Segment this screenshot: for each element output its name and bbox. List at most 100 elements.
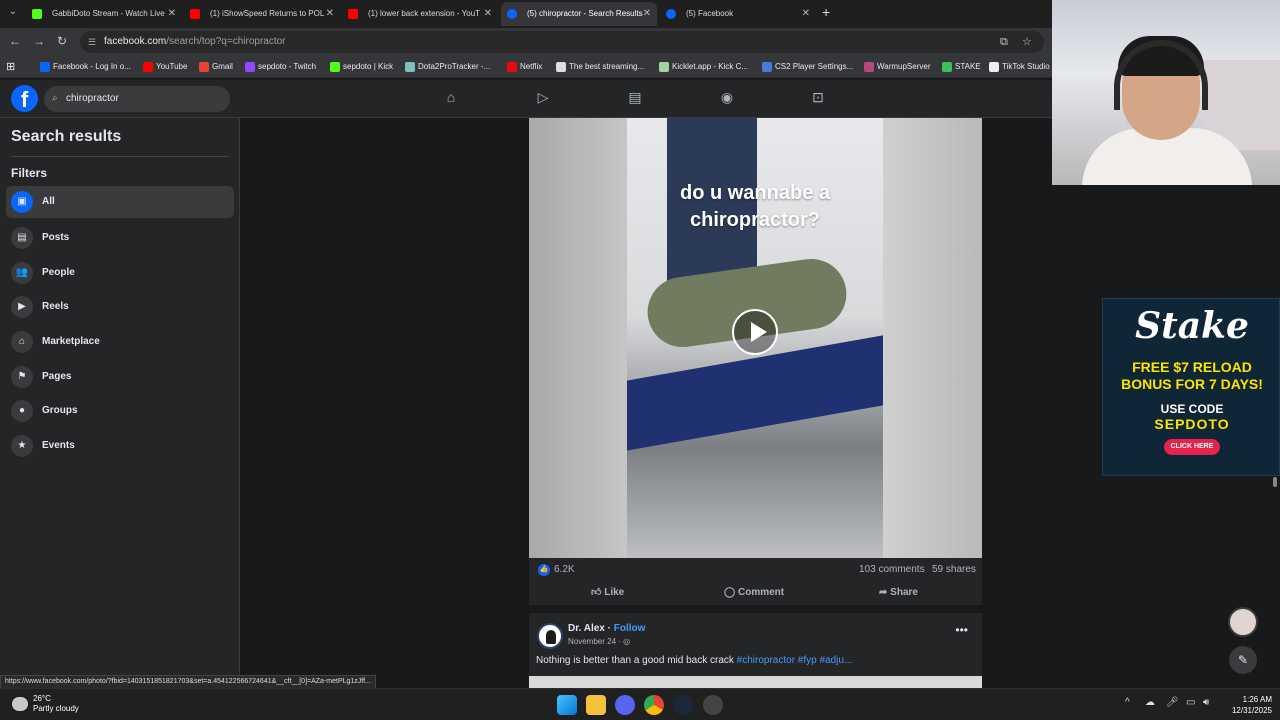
steam-icon[interactable] [673,695,693,715]
stake-ad[interactable]: Stake FREE $7 RELOAD BONUS FOR 7 DAYS! U… [1102,298,1280,476]
chat-head-avatar[interactable] [1228,607,1258,637]
post-stats: 👍 6.2K 103 comments 59 shares [529,558,982,582]
facebook-icon [507,9,517,19]
bookmark-label: Dota2ProTracker -... [418,62,491,71]
comment-count[interactable]: 103 comments [859,564,925,575]
post-image[interactable] [529,676,982,688]
bookmark-kick[interactable]: sepdoto | Kick [330,56,393,78]
settings-app-icon[interactable] [703,695,723,715]
forward-icon[interactable]: → [33,34,45,48]
volume-icon[interactable]: 🔊︎ [1203,697,1209,708]
avatar[interactable] [537,623,563,649]
bookmark-label: WarmupServer [877,62,931,71]
like-button[interactable]: 👍︎ Like [591,580,624,605]
hashtags[interactable]: #chiropractor #fyp #adju... [737,655,853,666]
new-message-icon[interactable]: ✎ [1229,646,1257,674]
home-icon[interactable]: ⌂ [441,89,461,109]
facebook-logo-icon[interactable]: f [11,85,38,112]
groups-icon[interactable]: ◉ [717,89,737,109]
url-input[interactable]: ☰ facebook.com/search/top?q=chiropractor… [80,31,1044,53]
play-icon[interactable] [732,309,778,355]
reaction-count[interactable]: 6.2K [554,564,575,575]
filter-reels[interactable]: ▶ Reels [6,291,234,323]
author-name[interactable]: Dr. Alex [568,623,605,634]
tab-facebook[interactable]: (5) Facebook ✕ [660,2,816,26]
share-count[interactable]: 59 shares [932,564,976,575]
weather-temp: 26°C [33,694,51,703]
bookmark-label: Gmail [212,62,233,71]
video-icon[interactable]: ▷ [533,89,553,109]
close-icon[interactable]: ✕ [802,2,810,26]
bookmark-youtube[interactable]: YouTube [143,56,187,78]
bookmark-twitch[interactable]: sepdoto - Twitch [245,56,316,78]
file-explorer-icon[interactable] [586,695,606,715]
bookmark-tiktok[interactable]: TikTok Studio [989,56,1050,78]
comment-button[interactable]: ◯ Comment [724,580,784,605]
date-text[interactable]: November 24 · [568,637,621,646]
bookmark-stake[interactable]: STAKE [942,56,981,78]
tab-chiropractor[interactable]: (5) chiropractor - Search Results ✕ [501,2,657,26]
tab-gabbidoto[interactable]: GabbiDoto Stream - Watch Live ✕ [26,2,182,26]
network-icon[interactable]: ▭ [1186,697,1195,708]
apps-icon[interactable]: ⊞ [6,56,15,78]
like-label: Like [604,587,625,598]
search-sidebar: Search results Filters ▣ All ▤ Posts 👥 P… [0,118,240,688]
filter-groups[interactable]: ● Groups [6,395,234,427]
bookmark-kicklet[interactable]: Kicklet.app - Kick C... [659,56,748,78]
more-options-icon[interactable]: ••• [955,623,968,637]
site-info-icon[interactable]: ☰ [88,31,96,53]
post-date: November 24 · ◎ [568,637,630,646]
follow-button[interactable]: Follow [614,623,646,634]
marketplace-icon[interactable]: ▤ [625,89,645,109]
mic-icon[interactable]: 🎤︎ [1166,697,1179,708]
close-icon[interactable]: ✕ [484,2,492,26]
filter-events[interactable]: ★ Events [6,430,234,462]
discord-icon[interactable] [615,695,635,715]
bookmark-cs2[interactable]: CS2 Player Settings... [762,56,853,78]
tab-ishowspeed[interactable]: (1) iShowSpeed Returns to POL ✕ [184,2,340,26]
bookmark-streaming[interactable]: The best streaming... [556,56,644,78]
weather-widget[interactable]: 26°C Partly cloudy [33,694,79,714]
bookmark-dota2protracker[interactable]: Dota2ProTracker -... [405,56,490,78]
chevron-up-icon[interactable]: ^ [1125,697,1130,708]
bookmark-facebook[interactable]: Facebook - Log In o... [40,56,131,78]
search-input[interactable]: ⌕ chiropractor [44,86,230,112]
ad-click-button[interactable]: CLICK HERE [1164,439,1220,455]
bookmark-gmail[interactable]: Gmail [199,56,233,78]
filter-pages[interactable]: ⚑ Pages [6,361,234,393]
reload-icon[interactable]: ↻ [57,34,67,48]
bookmark-netflix[interactable]: Netflix [507,56,542,78]
windows-start-icon[interactable] [557,695,577,715]
gaming-icon[interactable]: ⊡ [808,89,828,109]
bookmark-star-icon[interactable]: ☆ [1022,31,1032,53]
cs2-icon [762,62,772,72]
onedrive-icon[interactable]: ☁ [1145,697,1155,708]
filter-all[interactable]: ▣ All [6,186,234,218]
filter-people[interactable]: 👥 People [6,257,234,289]
tab-lower-back[interactable]: (1) lower back extension - YouT ✕ [342,2,498,26]
weather-desc: Partly cloudy [33,704,79,713]
close-icon[interactable]: ✕ [643,2,651,26]
ad-line-3: USE CODE [1160,402,1224,416]
filter-label: All [42,196,55,207]
filter-label: Pages [42,371,72,382]
filter-posts[interactable]: ▤ Posts [6,222,234,254]
kick-icon [32,9,42,19]
scrollbar-thumb[interactable] [1273,477,1277,487]
text-post: Dr. Alex · Follow November 24 · ◎ ••• No… [529,613,982,688]
weather-cloud-icon[interactable] [12,697,28,711]
system-clock[interactable]: 1:26 AM 12/31/2025 [1212,694,1272,716]
bookmark-warmupserver[interactable]: WarmupServer [864,56,931,78]
tab-search-icon[interactable]: ⌄ [6,6,20,20]
install-icon[interactable]: ⧉ [1000,31,1008,53]
new-tab-icon[interactable]: + [822,4,830,20]
close-icon[interactable]: ✕ [326,2,334,26]
url-host: facebook.com [104,36,167,47]
ad-code: SEPDOTO [1154,416,1230,432]
back-icon[interactable]: ← [9,34,21,48]
share-button[interactable]: ➦ Share [879,580,918,605]
close-icon[interactable]: ✕ [168,2,176,26]
chrome-icon[interactable] [644,695,664,715]
video-player[interactable]: do u wannabe a chiropractor? [529,118,982,558]
filter-marketplace[interactable]: ⌂ Marketplace [6,326,234,358]
